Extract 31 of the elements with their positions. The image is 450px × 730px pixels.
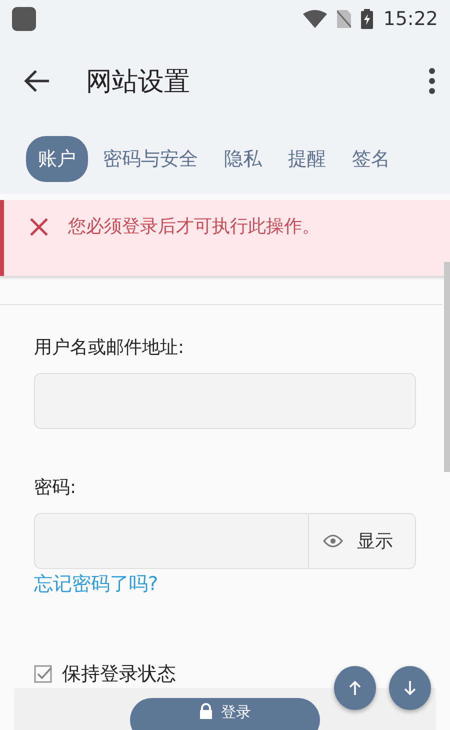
- forgot-password-link[interactable]: 忘记密码了吗?: [34, 571, 158, 597]
- more-options-icon[interactable]: [428, 68, 436, 94]
- clock-time: 15:22: [383, 8, 438, 30]
- down-arrow-icon: [404, 681, 416, 695]
- username-label: 用户名或邮件地址:: [34, 336, 186, 359]
- tab[interactable]: 提醒: [277, 138, 337, 180]
- password-field[interactable]: 显示: [34, 513, 416, 569]
- tab[interactable]: 签名: [341, 138, 401, 180]
- scrollbar[interactable]: [444, 262, 450, 472]
- tab[interactable]: 账户: [26, 136, 88, 182]
- tab[interactable]: 密码与安全: [92, 138, 209, 180]
- remember-checkbox[interactable]: [34, 665, 52, 683]
- back-arrow-icon[interactable]: [24, 69, 50, 93]
- show-password-button[interactable]: 显示: [308, 514, 415, 568]
- error-message: 您必须登录后才可执行此操作。: [68, 215, 320, 238]
- wifi-icon: [303, 10, 328, 28]
- scroll-down-button[interactable]: [389, 666, 431, 710]
- up-arrow-icon: [349, 681, 361, 695]
- page-title: 网站设置: [86, 66, 191, 98]
- lock-icon: [199, 703, 213, 719]
- error-x-icon: [30, 218, 48, 236]
- eye-icon: [323, 534, 343, 548]
- login-button[interactable]: 登录: [130, 698, 320, 730]
- remember-label: 保持登录状态: [62, 662, 176, 687]
- app-notification-icon: [12, 7, 36, 31]
- tab[interactable]: 隐私: [213, 138, 273, 180]
- scroll-up-button[interactable]: [334, 666, 376, 710]
- battery-icon: [361, 9, 374, 29]
- username-field[interactable]: [34, 373, 416, 429]
- no-sim-icon: [337, 10, 352, 28]
- password-label: 密码:: [34, 476, 78, 499]
